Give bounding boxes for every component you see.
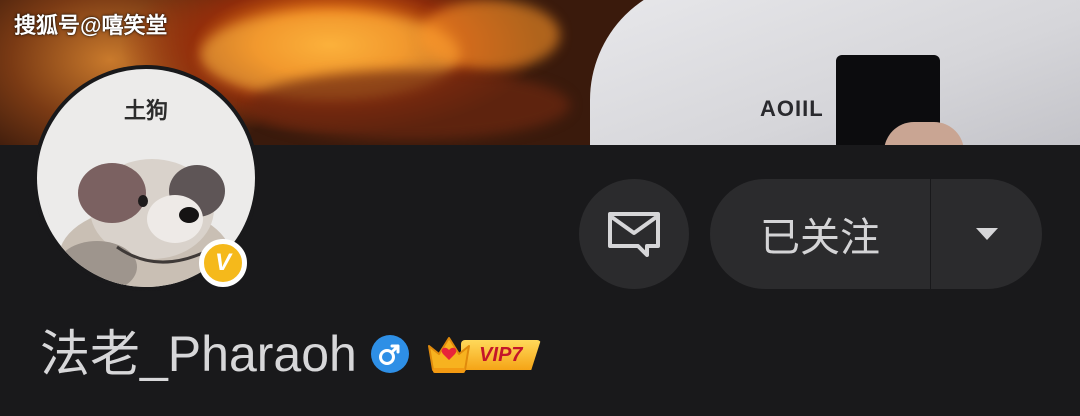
envelope-icon [608,212,660,257]
cover-shirt-print: AOIIL [760,96,824,121]
following-button[interactable]: 已关注 [710,179,930,289]
triangle-down-icon [975,228,998,240]
crown-icon [427,337,470,373]
verified-badge-icon: V [199,239,247,287]
following-label: 已关注 [760,216,880,260]
follow-status-group: 已关注 [710,179,1042,289]
watermark: 搜狐号@嘻笑堂 [14,13,168,38]
male-icon [370,335,409,373]
message-button[interactable] [579,179,689,289]
vip-label: VIP7 [460,340,541,370]
vip-badge[interactable]: VIP7 [425,332,543,376]
username: 法老_Pharaoh [40,326,357,382]
profile-name-row: 法老_Pharaoh VIP7 [40,322,543,386]
follow-dropdown-button[interactable] [931,179,1042,289]
avatar-caption: 土狗 [123,98,168,123]
verified-badge-label: V [214,249,231,276]
